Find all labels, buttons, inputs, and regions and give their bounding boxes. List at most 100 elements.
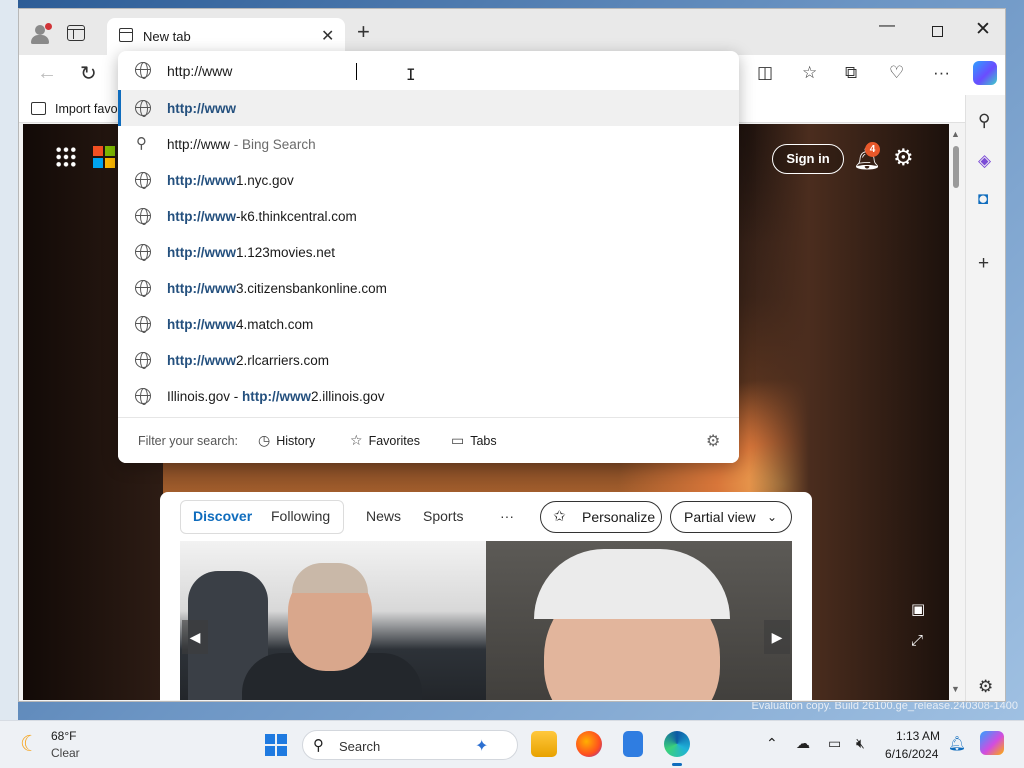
suggestion-item[interactable]: http://www [118, 90, 739, 126]
refresh-button[interactable]: ↻ [80, 61, 97, 86]
weather-condition[interactable]: Clear [51, 746, 80, 760]
address-bar[interactable]: http://www I [118, 51, 739, 89]
tab-news[interactable]: News [366, 508, 401, 524]
more-options-icon[interactable]: ··· [933, 63, 950, 83]
sidebar-add-icon[interactable]: + [978, 253, 989, 275]
favorites-star-icon: ☆ [350, 432, 363, 448]
split-screen-icon[interactable]: ◫ [757, 63, 773, 83]
profile-icon[interactable] [29, 23, 52, 45]
address-input[interactable]: http://www [167, 63, 232, 79]
file-explorer-icon[interactable] [531, 731, 557, 757]
tab-following[interactable]: Following [271, 508, 330, 524]
collections-icon[interactable]: ⧉ [845, 63, 857, 83]
page-settings-gear-icon[interactable]: ⚙ [893, 144, 914, 171]
suggestion-item[interactable]: http://www3.citizensbankonline.com [118, 270, 739, 306]
suggestion-item[interactable]: ⚲ http://www - Bing Search [118, 126, 739, 162]
taskbar-search-box[interactable]: ⚲ Search ✦ [302, 730, 518, 760]
tab-new-tab[interactable]: New tab ✕ [107, 18, 345, 55]
minimize-button[interactable]: — [879, 17, 895, 35]
page-scrollbar[interactable]: ▲ ▼ [949, 124, 963, 700]
weather-temperature[interactable]: 68°F [51, 729, 76, 743]
suggestion-match: http://www [167, 281, 236, 296]
maximize-button[interactable] [932, 26, 943, 37]
suggestion-item[interactable]: http://www1.123movies.net [118, 234, 739, 270]
edge-browser-icon[interactable] [664, 731, 690, 766]
browser-essentials-icon[interactable]: ♡ [889, 63, 904, 83]
globe-icon [135, 388, 151, 405]
back-button[interactable]: ← [37, 62, 57, 85]
scroll-up-icon[interactable]: ▲ [951, 129, 960, 139]
partial-view-dropdown[interactable]: Partial view ⌄ [670, 501, 792, 533]
copilot-icon[interactable] [973, 61, 997, 85]
notepad-icon[interactable] [623, 731, 643, 757]
news-image-left[interactable] [180, 541, 486, 700]
close-tab-icon[interactable]: ✕ [321, 26, 334, 46]
tab-sports[interactable]: Sports [423, 508, 463, 524]
suggestion-rest: 2.illinois.gov [311, 389, 385, 404]
filter-tabs-button[interactable]: ▭ Tabs [451, 432, 497, 449]
search-icon: ⚲ [313, 737, 324, 754]
news-image-right[interactable] [486, 541, 792, 700]
suggestion-item[interactable]: http://www1.nyc.gov [118, 162, 739, 198]
more-feed-options[interactable]: ··· [500, 508, 514, 524]
search-filter-bar: Filter your search: ◷ History ☆ Favorites … [118, 417, 739, 463]
sign-in-button[interactable]: Sign in [772, 144, 844, 174]
app-launcher-icon[interactable] [55, 146, 77, 168]
carousel-prev-icon[interactable]: ◀ [182, 620, 208, 654]
tab-strip: New tab ✕ + — ✕ [19, 9, 1005, 55]
filter-favorites-label: Favorites [368, 434, 420, 448]
firefox-icon[interactable] [576, 731, 602, 757]
globe-icon [135, 244, 151, 261]
filter-label: Filter your search: [138, 434, 239, 448]
import-favorites-link[interactable]: Import favo [55, 102, 118, 116]
tab-actions-menu-icon[interactable] [67, 25, 85, 41]
suggestion-site-name: Illinois.gov - [167, 389, 243, 404]
expand-icon[interactable]: ⤢ [911, 632, 923, 649]
personalize-button[interactable]: ✩ Personalize [540, 501, 662, 533]
new-tab-button[interactable]: + [357, 21, 370, 43]
sidebar-outlook-icon[interactable]: ◘ [978, 189, 988, 209]
filter-history-button[interactable]: ◷ History [258, 432, 315, 449]
globe-icon [135, 316, 151, 333]
suggestion-match: http://www [167, 209, 236, 224]
show-hidden-icons-chevron-icon[interactable]: ⌃ [766, 735, 778, 752]
weather-moon-icon[interactable]: ☾ [20, 731, 40, 757]
copilot-preview-icon[interactable] [980, 731, 1004, 755]
suggestion-rest: -k6.thinkcentral.com [235, 209, 357, 224]
desktop-window-edge [0, 0, 18, 720]
suggestion-item[interactable]: http://www4.match.com [118, 306, 739, 342]
suggestion-rest: 2.rlcarriers.com [235, 353, 329, 368]
suggestion-item[interactable]: http://www2.rlcarriers.com [118, 342, 739, 378]
suggestion-item[interactable]: Illinois.gov - http://www2.illinois.gov [118, 378, 739, 414]
search-highlight-icon: ✦ [475, 738, 489, 755]
scroll-down-icon[interactable]: ▼ [951, 684, 960, 694]
network-disconnected-icon[interactable]: ☁ [796, 735, 810, 752]
sidebar-search-icon[interactable]: ⚲ [978, 111, 990, 131]
display-icon[interactable]: ▭ [828, 735, 841, 752]
suggestion-match: http://www [167, 353, 236, 368]
favorites-icon[interactable]: ☆ [802, 63, 817, 83]
carousel-next-icon[interactable]: ▶ [764, 620, 790, 654]
taskbar-clock-date[interactable]: 6/16/2024 [885, 747, 938, 761]
scroll-thumb[interactable] [953, 146, 959, 188]
tab-discover[interactable]: Discover [193, 508, 252, 524]
suggestion-settings-gear-icon[interactable]: ⚙ [706, 431, 720, 451]
start-button-windows-icon[interactable] [265, 734, 287, 756]
news-feed-panel: Discover Following News Sports ··· ✩ Per… [160, 492, 812, 700]
sidebar-copilot-icon[interactable]: ◈ [978, 151, 991, 171]
volume-muted-icon[interactable]: 🔇︎ [856, 735, 865, 752]
address-bar-dropdown: http://www I http://www ⚲ http://www - B… [118, 51, 739, 463]
search-icon: ⚲ [136, 135, 147, 152]
filter-tabs-label: Tabs [470, 434, 497, 448]
suggestion-item[interactable]: http://www-k6.thinkcentral.com [118, 198, 739, 234]
import-favorites-icon [31, 102, 46, 115]
filter-favorites-button[interactable]: ☆ Favorites [350, 432, 420, 449]
windows-taskbar: ☾ 68°F Clear ⚲ Search ✦ ⌃ ☁ ▭ 🔇︎ 1:13 AM… [0, 720, 1024, 768]
image-info-icon[interactable]: ▣ [911, 600, 925, 618]
chevron-down-icon: ⌄ [767, 510, 778, 524]
sidebar-settings-icon[interactable]: ⚙ [978, 677, 993, 697]
notification-bell-icon[interactable]: 🔔︎ [948, 735, 966, 752]
close-window-button[interactable]: ✕ [975, 18, 991, 41]
personalize-label: Personalize [582, 509, 656, 525]
taskbar-clock-time[interactable]: 1:13 AM [896, 729, 940, 743]
